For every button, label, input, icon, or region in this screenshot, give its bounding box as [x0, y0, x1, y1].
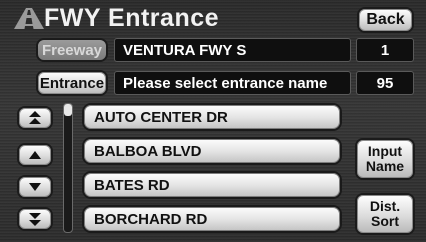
freeway-count: 1	[356, 38, 414, 62]
list-item-label: BORCHARD RD	[94, 210, 208, 228]
fwy-entrance-screen: FWY Entrance Back Freeway VENTURA FWY S …	[0, 0, 426, 242]
entrance-tab-label: Entrance	[39, 74, 105, 92]
scrollbar-thumb[interactable]	[64, 104, 72, 116]
scroll-down-button[interactable]	[17, 175, 53, 199]
freeway-tab-label: Freeway	[41, 41, 103, 59]
list-item[interactable]: BALBOA BLVD	[82, 137, 342, 165]
page-title: FWY Entrance	[44, 4, 220, 32]
dist-sort-line-2: Sort	[371, 213, 399, 229]
list-item-label: BALBOA BLVD	[94, 142, 202, 160]
back-button-label: Back	[366, 11, 405, 28]
dist-sort-line-1: Dist.	[369, 198, 401, 214]
page-up-button[interactable]	[17, 106, 53, 130]
entrance-name-field: Please select entrance name	[114, 71, 351, 95]
back-button[interactable]: Back	[357, 7, 414, 33]
input-name-button[interactable]: Input Name	[355, 138, 415, 180]
double-chevron-down-icon	[28, 211, 42, 227]
road-icon	[12, 6, 46, 30]
dist-sort-button[interactable]: Dist. Sort	[355, 193, 415, 235]
list-item[interactable]: BATES RD	[82, 171, 342, 199]
page-down-button[interactable]	[17, 207, 53, 231]
scroll-up-button[interactable]	[17, 143, 53, 167]
list-item[interactable]: AUTO CENTER DR	[82, 103, 342, 131]
freeway-tab[interactable]: Freeway	[36, 38, 108, 62]
list-item-label: AUTO CENTER DR	[94, 108, 228, 126]
list-item-label: BATES RD	[94, 176, 170, 194]
freeway-name-field: VENTURA FWY S	[114, 38, 351, 62]
scrollbar-track[interactable]	[63, 103, 73, 233]
list-item[interactable]: BORCHARD RD	[82, 205, 342, 233]
entrance-count: 95	[356, 71, 414, 95]
input-name-line-1: Input	[367, 143, 403, 159]
chevron-up-icon	[28, 150, 42, 160]
double-chevron-up-icon	[28, 110, 42, 126]
input-name-line-2: Name	[365, 158, 405, 174]
chevron-down-icon	[28, 182, 42, 192]
entrance-tab[interactable]: Entrance	[36, 70, 108, 96]
